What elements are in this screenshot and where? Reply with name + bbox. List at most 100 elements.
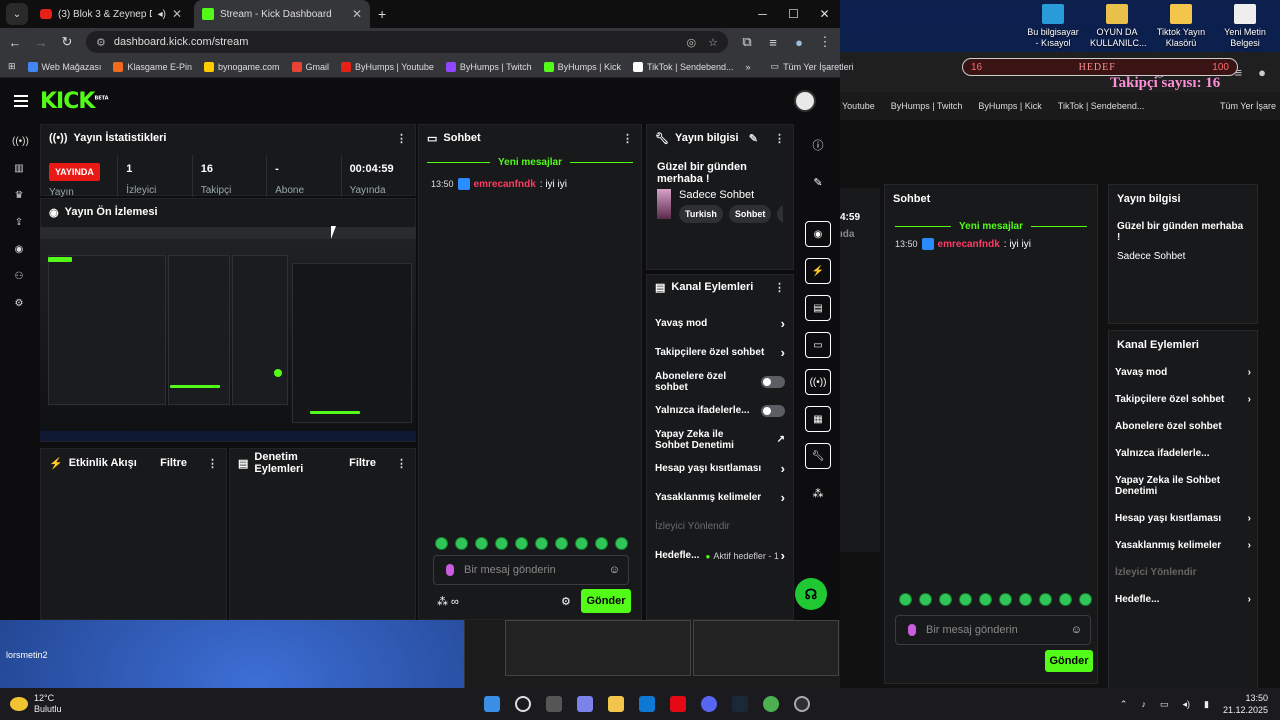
start-icon[interactable] — [484, 696, 500, 712]
task-view-icon[interactable] — [546, 696, 562, 712]
help-headset-button[interactable]: ☊ — [795, 578, 827, 610]
emote-icon[interactable] — [615, 537, 628, 550]
emote-icon[interactable] — [455, 537, 468, 550]
bookmark-gmail[interactable]: Gmail — [291, 61, 329, 72]
speaker-icon[interactable]: ◂) — [158, 9, 166, 20]
clock[interactable]: 13:50 21.12.2025 — [1223, 692, 1268, 716]
bookmark-tiktok[interactable]: TikTok | Sendebend... — [632, 61, 734, 72]
menu-icon[interactable] — [14, 95, 28, 107]
wrench-toggle-icon[interactable]: 🔧︎ — [805, 443, 831, 469]
trophy-icon[interactable]: ♛ — [12, 190, 26, 201]
tab-youtube[interactable]: (3) Blok 3 & Zeynep Dizdar ◂) ✕ — [32, 0, 190, 28]
bookmark-kick[interactable]: ByHumps | Kick — [543, 61, 621, 72]
broadcast-toggle-icon[interactable]: ((•)) — [805, 369, 831, 395]
chat-settings-icon[interactable]: ⚙ — [561, 595, 571, 608]
more-tools-icon[interactable]: ⁂ — [805, 480, 831, 506]
bookmark-star-icon[interactable]: ☆ — [708, 36, 718, 49]
microphone-icon[interactable]: ♪ — [1141, 699, 1146, 709]
obs-icon[interactable] — [794, 696, 810, 712]
desktop-icon-this-pc[interactable]: Bu bilgisayar - Kısayol — [1026, 4, 1080, 49]
microphone-icon[interactable] — [446, 564, 454, 576]
preview-toggle-icon[interactable]: ◉ — [805, 221, 831, 247]
bookmark-twitch[interactable]: ByHumps | Twitch — [445, 61, 532, 72]
more-options-icon[interactable]: ⋮ — [207, 457, 218, 470]
minimize-icon[interactable]: ─ — [747, 7, 778, 21]
action-banned-words[interactable]: Yasaklanmış kelimeler › — [647, 483, 793, 512]
camera-icon[interactable]: ◉ — [12, 244, 26, 255]
emote-icon[interactable] — [435, 537, 448, 550]
action-account-age[interactable]: Hesap yaşı kısıtlaması › — [647, 454, 793, 483]
media-control-icon[interactable]: ≡ — [766, 35, 780, 50]
action-ai-moderation[interactable]: Yapay Zeka ile Sohbet Denetimi ↗ — [647, 425, 793, 454]
desktop-icon-text-file[interactable]: Yeni Metin Belgesi — [1218, 4, 1272, 49]
more-options-icon[interactable]: ⋮ — [774, 281, 785, 294]
apps-grid-icon[interactable]: ⊞ — [8, 61, 16, 72]
site-info-icon[interactable]: ⚙ — [96, 36, 106, 49]
moderation-toggle-icon[interactable]: ▤ — [805, 295, 831, 321]
extensions-icon[interactable]: ⧉ — [740, 34, 754, 50]
edit-icon[interactable]: ✎ — [749, 132, 758, 145]
channel-actions-toggle-icon[interactable]: ▦ — [805, 406, 831, 432]
chat-toggle-icon[interactable]: ▭ — [805, 332, 831, 358]
search-icon[interactable] — [515, 696, 531, 712]
emote-icon[interactable] — [575, 537, 588, 550]
filter-button[interactable]: Filtre — [160, 457, 187, 469]
more-options-icon[interactable]: ⋮ — [396, 132, 407, 145]
emoji-icon[interactable]: ☺ — [609, 564, 620, 576]
desktop-icon-tiktok-folder[interactable]: Tiktok Yayın Klasörü — [1154, 4, 1208, 49]
desktop-icon-game-folder[interactable]: OYUN DA KULLANILC... — [1090, 4, 1147, 49]
weather-widget[interactable]: 12°C Bulutlu — [0, 693, 62, 715]
display-icon[interactable]: ▭ — [1160, 699, 1169, 710]
bookmark-klasgame[interactable]: Klasgame E-Pin — [113, 61, 192, 72]
maximize-icon[interactable]: ☐ — [778, 7, 809, 21]
send-button[interactable]: Gönder — [581, 589, 631, 613]
emote-icon[interactable] — [495, 537, 508, 550]
steam-icon[interactable] — [732, 696, 748, 712]
chat-username[interactable]: emrecanfndk — [474, 179, 536, 190]
profile-avatar-icon[interactable]: ● — [792, 35, 806, 50]
all-bookmarks-folder[interactable]: ▭ Tüm Yer İşaretleri — [771, 61, 854, 72]
forward-icon[interactable]: → — [34, 35, 48, 50]
emote-icon[interactable] — [475, 537, 488, 550]
stream-preview-image[interactable] — [40, 227, 416, 441]
subscribers-only-toggle[interactable] — [761, 375, 785, 388]
reload-icon[interactable]: ↻ — [60, 34, 74, 50]
tab-kick-dashboard[interactable]: Stream - Kick Dashboard ✕ — [194, 0, 370, 28]
emote-icon[interactable] — [595, 537, 608, 550]
chrome-icon[interactable] — [763, 696, 779, 712]
volume-icon[interactable]: ◂) — [1182, 699, 1190, 710]
more-options-icon[interactable]: ⋮ — [396, 457, 407, 470]
back-icon[interactable]: ← — [8, 35, 22, 50]
action-slow-mode[interactable]: Yavaş mod › — [647, 309, 793, 338]
filter-button[interactable]: Filtre — [349, 457, 376, 469]
upload-icon[interactable]: ⇪ — [12, 217, 26, 228]
analytics-icon[interactable]: ▥ — [12, 163, 26, 174]
netflix-icon[interactable] — [670, 696, 686, 712]
chevron-up-icon[interactable]: ⌃ — [1120, 699, 1128, 710]
close-tab-icon[interactable]: ✕ — [352, 7, 362, 21]
discord-icon[interactable] — [701, 696, 717, 712]
kick-logo[interactable]: KICKBETA — [40, 89, 109, 114]
file-explorer-icon[interactable] — [608, 696, 624, 712]
more-menu-icon[interactable]: ⋮ — [818, 34, 832, 50]
url-field[interactable]: ⚙ dashboard.kick.com/stream ◎ ☆ — [86, 31, 728, 53]
users-icon[interactable]: ⚇ — [12, 271, 26, 282]
emote-icon[interactable] — [555, 537, 568, 550]
tab-search-button[interactable]: ⌄ — [6, 3, 28, 25]
outlook-icon[interactable] — [639, 696, 655, 712]
bookmark-bynogame[interactable]: bynogame.com — [203, 61, 280, 72]
more-options-icon[interactable]: ⋮ — [774, 132, 785, 145]
teams-icon[interactable] — [577, 696, 593, 712]
user-avatar[interactable] — [794, 90, 816, 112]
bookmark-youtube[interactable]: ByHumps | Youtube — [341, 61, 434, 72]
chat-message-input[interactable]: Bir mesaj gönderin ☺ — [433, 555, 629, 585]
bookmark-web-store[interactable]: Web Mağazası — [27, 61, 101, 72]
emote-icon[interactable] — [535, 537, 548, 550]
action-followers-only[interactable]: Takipçilere özel sohbet › — [647, 338, 793, 367]
emotes-only-toggle[interactable] — [761, 404, 785, 417]
close-window-icon[interactable]: ✕ — [809, 7, 840, 21]
broadcast-icon[interactable]: ((•)) — [12, 136, 29, 147]
settings-icon[interactable]: ⚙ — [12, 298, 26, 309]
eye-off-icon[interactable]: ◎ — [687, 36, 697, 49]
edit-icon[interactable]: ✎ — [805, 169, 831, 195]
